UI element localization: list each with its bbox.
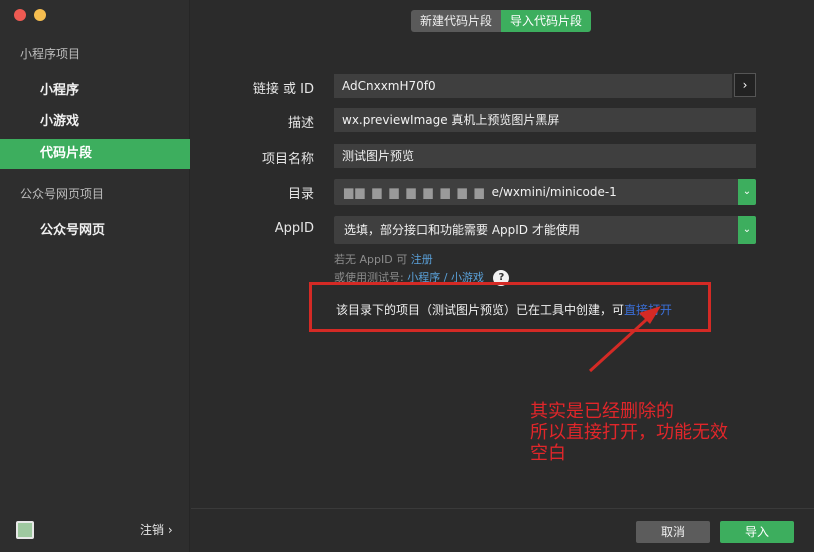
footer: 取消 导入 [191,508,814,552]
main-panel: 新建代码片段 导入代码片段 链接 或 ID AdCnxxmH70f0 › 描述 … [191,0,814,552]
annotation-arrow-head [639,306,661,324]
avatar[interactable] [16,521,34,539]
section-title-miniprogram: 小程序项目 [20,47,81,61]
close-window-button[interactable] [14,9,26,21]
minimize-window-button[interactable] [34,9,46,21]
logout-button[interactable]: 注销 › [140,521,173,538]
sidebar: 小程序项目 小程序 小游戏 代码片段 公众号网页项目 公众号网页 注销 › [0,0,190,552]
sidebar-item-code-snippet[interactable]: 代码片段 [0,139,190,169]
section-title-webpage: 公众号网页项目 [20,187,105,201]
annotation-text: 其实是已经删除的 所以直接打开，功能无效 空白 [530,401,728,464]
annotation-arrow [588,306,661,373]
sidebar-item-minigame[interactable]: 小游戏 [0,107,190,137]
cancel-button[interactable]: 取消 [636,521,710,543]
sidebar-item-miniprogram[interactable]: 小程序 [0,76,190,106]
sidebar-item-official-webpage[interactable]: 公众号网页 [0,216,190,246]
window-controls [14,9,46,21]
import-button[interactable]: 导入 [720,521,794,543]
